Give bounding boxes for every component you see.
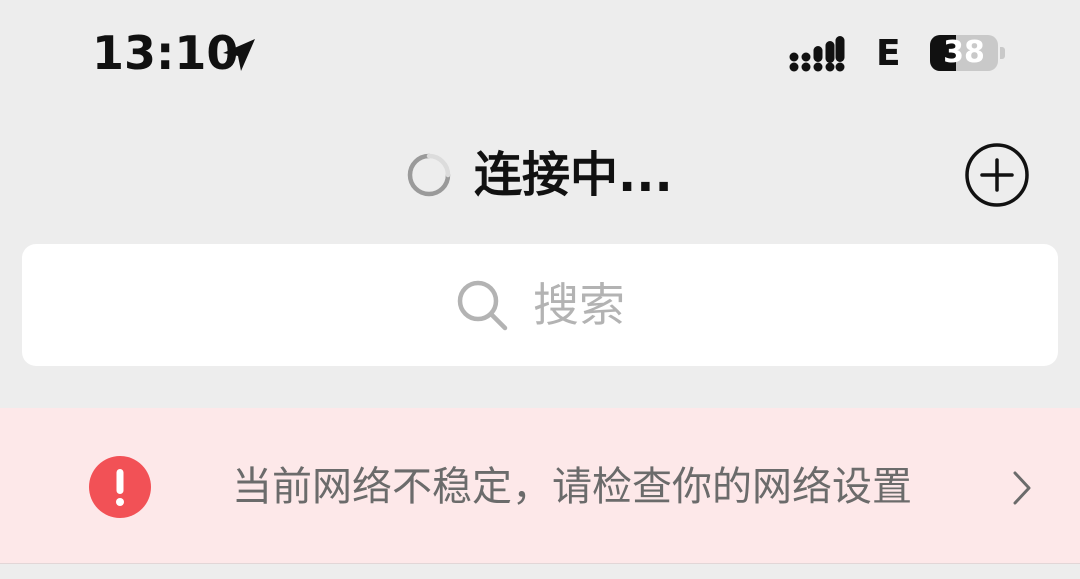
battery-cap	[1000, 47, 1005, 59]
search-icon	[457, 280, 508, 331]
battery-body: 38	[930, 35, 998, 71]
search-content: 搜索	[22, 244, 1058, 366]
battery-level-text: 38	[943, 35, 985, 70]
battery-icon: 38	[930, 35, 1005, 71]
search-input[interactable]: 搜索	[22, 244, 1058, 366]
network-alert-banner[interactable]: 当前网络不稳定，请检查你的网络设置	[0, 408, 1080, 563]
spinner-icon	[407, 153, 451, 197]
exclamation-circle-icon	[89, 456, 151, 518]
network-type-label: E	[876, 33, 901, 74]
status-bar: 13:10 E 38	[0, 0, 1080, 105]
page-title: 连接中...	[474, 147, 673, 203]
signal-icon	[789, 36, 845, 72]
divider	[0, 563, 1080, 579]
chat-list-screen: 13:10 E 38 连接中... 搜索 当前网络不稳定，请检查你的网络设置	[0, 0, 1080, 579]
alert-message: 当前网络不稳定，请检查你的网络设置	[232, 464, 912, 510]
chevron-right-icon	[1013, 471, 1031, 505]
location-arrow-icon	[223, 39, 255, 71]
search-placeholder: 搜索	[533, 278, 625, 332]
add-button[interactable]	[964, 142, 1030, 208]
header: 连接中...	[0, 135, 1080, 215]
status-time: 13:10	[92, 26, 239, 80]
